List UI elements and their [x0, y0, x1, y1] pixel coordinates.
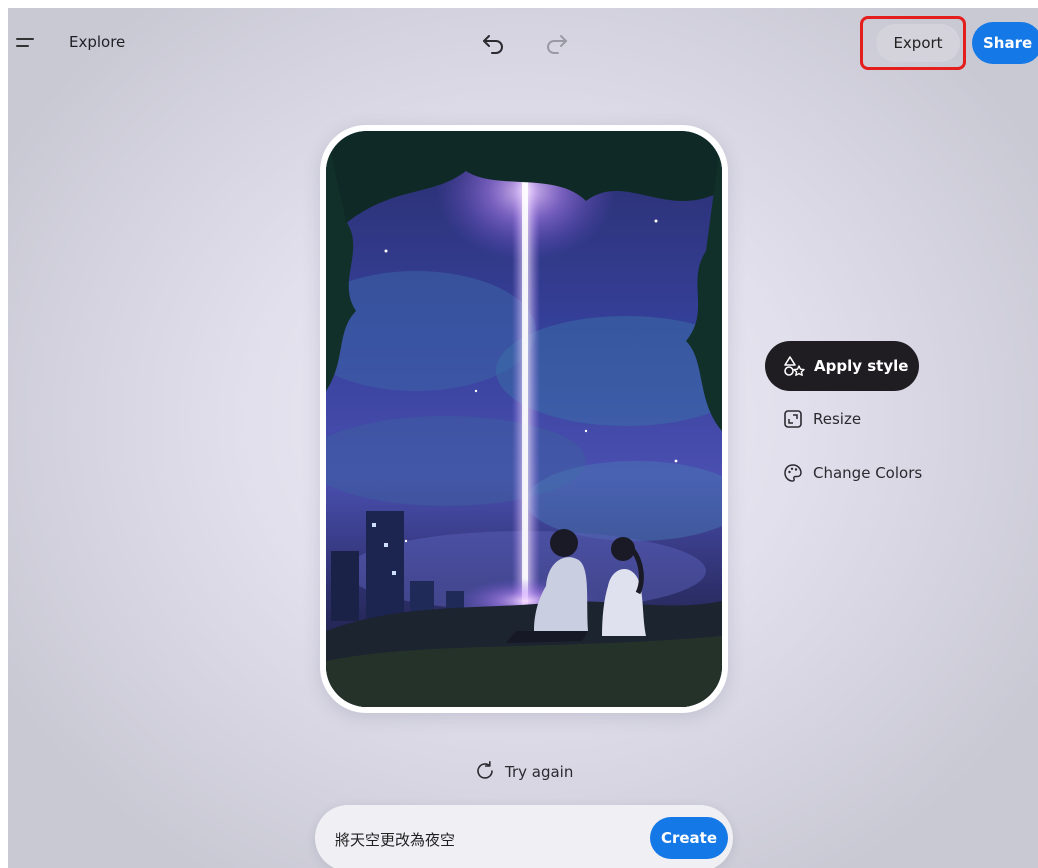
- apply-style-label: Apply style: [814, 357, 909, 375]
- apply-style-button[interactable]: Apply style: [765, 341, 919, 391]
- share-button[interactable]: Share: [972, 22, 1038, 64]
- generated-artwork[interactable]: [326, 131, 722, 707]
- export-button[interactable]: Export: [876, 24, 960, 62]
- refresh-icon: [477, 761, 493, 779]
- editor-canvas: Explore Export Share Apply style Resize …: [8, 8, 1038, 868]
- hamburger-icon[interactable]: [12, 30, 38, 56]
- prompt-input[interactable]: [333, 823, 637, 855]
- top-bar: Explore Export Share: [8, 8, 1038, 78]
- redo-icon[interactable]: [540, 27, 572, 59]
- explore-link[interactable]: Explore: [69, 33, 125, 51]
- prompt-bar: Create: [315, 805, 733, 868]
- undo-icon[interactable]: [478, 27, 510, 59]
- create-button[interactable]: Create: [650, 817, 728, 859]
- change-colors-label: Change Colors: [813, 464, 923, 482]
- palette-icon: [784, 464, 802, 482]
- try-again-button[interactable]: Try again: [474, 757, 594, 787]
- change-colors-button[interactable]: Change Colors: [783, 459, 943, 489]
- resize-label: Resize: [813, 410, 862, 428]
- shapes-icon: [784, 356, 805, 376]
- resize-icon: [784, 410, 802, 428]
- resize-button[interactable]: Resize: [783, 405, 893, 435]
- artwork-frame: [320, 125, 728, 713]
- try-again-label: Try again: [505, 763, 574, 781]
